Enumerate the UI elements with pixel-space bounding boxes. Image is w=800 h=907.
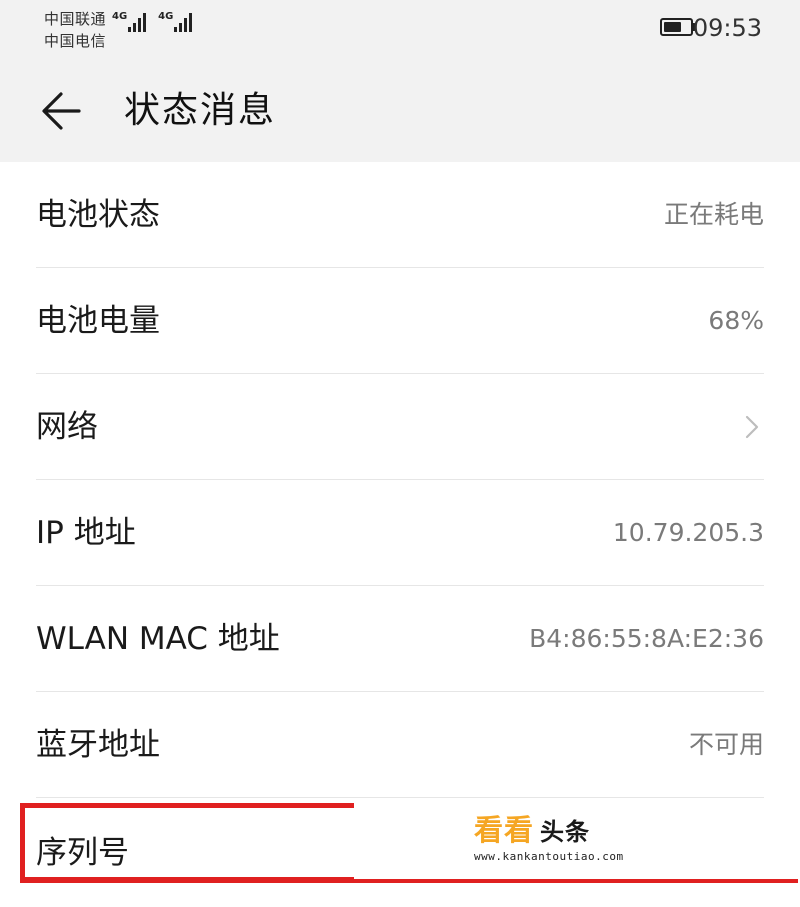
status-bar: 中国联通 中国电信 4G 4G 09:53	[0, 0, 800, 62]
item-value: 68%	[708, 306, 764, 335]
signal-2: 4G	[158, 11, 193, 32]
signal-indicators: 4G 4G	[112, 11, 193, 32]
list-item-ip-address[interactable]: IP 地址 10.79.205.3	[0, 480, 800, 586]
carrier-list: 中国联通 中国电信	[44, 6, 106, 50]
list-item-battery-status[interactable]: 电池状态 正在耗电	[0, 162, 800, 268]
network-type-1: 4G	[112, 11, 128, 22]
item-value: 不可用	[688, 730, 764, 759]
list-item-battery-level[interactable]: 电池电量 68%	[0, 268, 800, 374]
divider	[36, 797, 764, 798]
status-time: 09:53	[692, 14, 762, 42]
item-label: 序列号	[36, 835, 129, 871]
status-list: 电池状态 正在耗电 电池电量 68% 网络 IP 地址 10.79.205.3 …	[0, 162, 800, 798]
item-label: 网络	[36, 409, 98, 445]
signal-bars-icon	[128, 12, 147, 32]
list-item-serial-number[interactable]: 序列号	[0, 801, 800, 907]
back-button[interactable]	[36, 86, 86, 136]
item-value: B4:86:55:8A:E2:36	[529, 624, 764, 653]
watermark-url: www.kankantoutiao.com	[474, 850, 624, 863]
battery-fill	[664, 22, 681, 32]
chevron-right-icon	[745, 415, 759, 439]
watermark-logo: 看看 头条 www.kankantoutiao.com	[474, 814, 674, 866]
watermark-text-a: 看看	[474, 813, 535, 847]
list-item-bluetooth-address[interactable]: 蓝牙地址 不可用	[0, 692, 800, 798]
item-value: 10.79.205.3	[612, 518, 764, 547]
page-title: 状态消息	[124, 90, 277, 131]
item-value: 正在耗电	[663, 200, 764, 229]
watermark-text-b: 头条	[540, 818, 591, 846]
list-item-network[interactable]: 网络	[0, 374, 800, 480]
carrier-name-2: 中国电信	[44, 32, 107, 50]
carrier-name-1: 中国联通	[44, 10, 107, 28]
item-label: 电池电量	[36, 303, 160, 339]
arrow-left-icon	[42, 92, 81, 130]
item-label: IP 地址	[36, 515, 136, 551]
signal-bars-icon	[174, 12, 193, 32]
battery-icon	[660, 18, 696, 36]
signal-1: 4G	[112, 11, 147, 32]
item-label: WLAN MAC 地址	[36, 621, 280, 657]
item-label: 电池状态	[36, 197, 160, 233]
list-item-wlan-mac[interactable]: WLAN MAC 地址 B4:86:55:8A:E2:36	[0, 586, 800, 692]
item-label: 蓝牙地址	[36, 727, 160, 763]
network-type-2: 4G	[158, 11, 174, 22]
